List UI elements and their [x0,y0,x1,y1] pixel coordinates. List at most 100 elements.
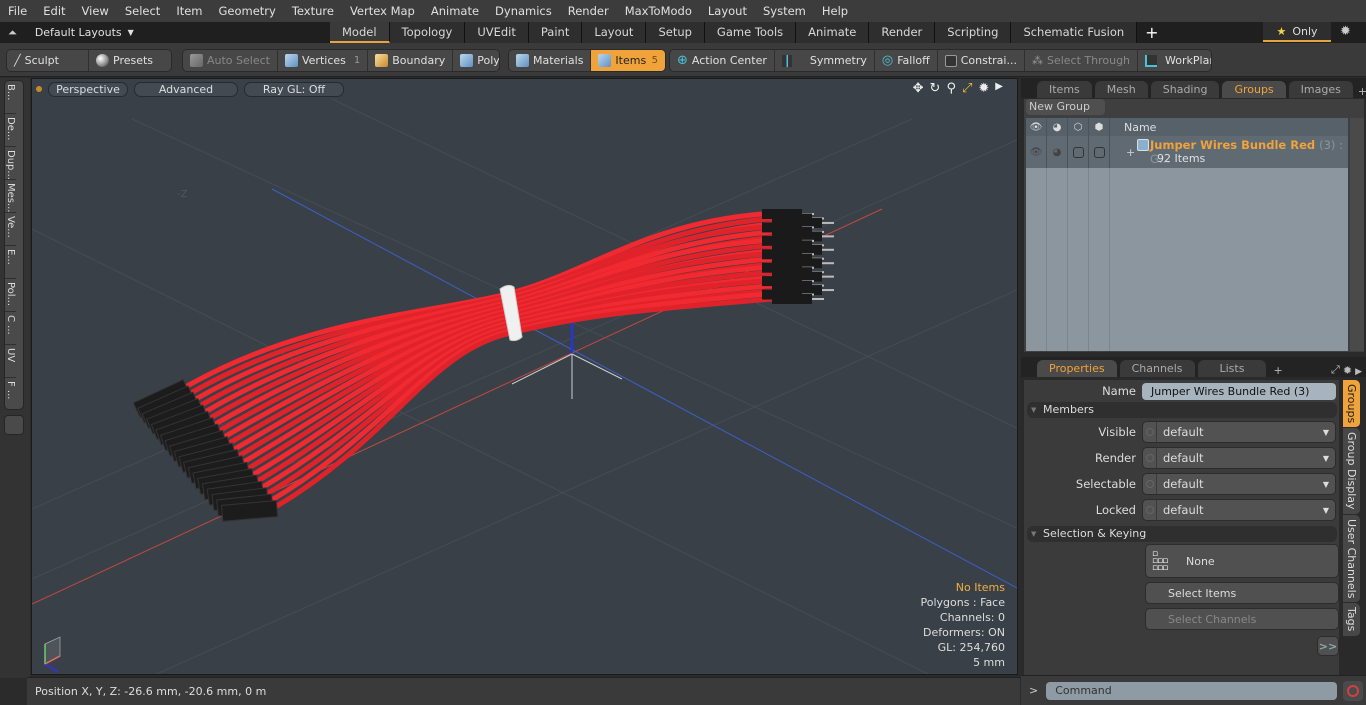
workplane-button[interactable]: WorkPlane [1138,50,1211,71]
tab-topology[interactable]: Topology [389,22,466,43]
tab-mesh[interactable]: Mesh ... [1094,81,1148,113]
members-section-header[interactable]: Members [1027,402,1337,418]
select-through-button[interactable]: ⁂ Select Through [1025,50,1139,71]
expand-plus-icon[interactable]: + [1126,146,1135,159]
collapse-up-icon[interactable]: ⏶ [8,26,17,40]
tab-properties[interactable]: Properties [1037,360,1117,377]
side-tab-tags[interactable]: Tags [1343,603,1360,637]
visibility-column-icon[interactable]: 👁 [1026,118,1047,136]
lock-column-icon[interactable]: ⬢ [1089,118,1110,136]
gear-icon[interactable]: ✹ [1340,24,1351,39]
pan-icon[interactable]: ✥ [913,81,924,96]
selection-keying-section-header[interactable]: Selection & Keying [1027,526,1337,542]
menu-geometry[interactable]: Geometry [211,4,284,18]
tab-paint[interactable]: Paint [528,22,583,43]
constraints-button[interactable]: Constrai... [938,50,1025,71]
left-tab-curve[interactable]: C ... [5,312,16,345]
menu-texture[interactable]: Texture [284,4,342,18]
menu-file[interactable]: File [0,4,35,18]
rotate-icon[interactable]: ↻ [930,81,941,96]
more-button[interactable]: >> [1317,636,1339,656]
tab-images[interactable]: Images [1288,81,1353,98]
menu-view[interactable]: View [74,4,117,18]
select-channels-button[interactable]: Select Channels [1145,608,1339,630]
left-tab-edge[interactable]: E... [5,246,16,279]
tab-game-tools[interactable]: Game Tools [704,22,797,43]
render-column-icon[interactable]: ◕ [1047,118,1068,136]
items-button[interactable]: Items 5 [591,50,665,71]
view-mode-button[interactable]: Perspective [48,81,128,97]
group-name-input[interactable]: Jumper Wires Bundle Red (3) [1142,382,1336,400]
menu-dynamics[interactable]: Dynamics [487,4,560,18]
vertices-button[interactable]: Vertices 1 [278,50,369,71]
properties-arrow-icon[interactable]: ▶ [1355,367,1366,377]
menu-item[interactable]: Item [168,4,210,18]
selectable-dropdown[interactable]: default ▼ [1142,473,1336,495]
materials-button[interactable]: Materials [509,50,592,71]
menu-layout[interactable]: Layout [700,4,755,18]
name-column-header[interactable]: Name [1110,121,1156,134]
group-row[interactable]: 👁 ◕ + Jumper Wires Bundle Red (3) : G...… [1026,136,1348,168]
add-panel-tab-button[interactable]: + [1356,85,1366,98]
groups-scrollbar[interactable] [1350,118,1364,351]
menu-vertex-map[interactable]: Vertex Map [342,4,423,18]
tab-shading[interactable]: Shading [1150,81,1220,98]
visible-dropdown[interactable]: default ▼ [1142,421,1336,443]
boundary-button[interactable]: Boundary [368,50,454,71]
viewport-expand-arrow-icon[interactable]: ▶ [995,81,1003,96]
none-selection-button[interactable]: ▫ ▫▫▫ ▫▫▫ None [1145,544,1339,578]
expand-properties-icon[interactable]: ⤢ [1331,363,1340,377]
row-render-icon[interactable]: ◕ [1047,136,1068,168]
action-center-button[interactable]: ⊕ Action Center [670,50,775,71]
select-column-icon[interactable]: ⬡ [1068,118,1089,136]
menu-animate[interactable]: Animate [423,4,487,18]
left-tab-mesh-edit[interactable]: Mes... [5,180,16,213]
left-tab-deform[interactable]: De... [5,114,16,147]
select-items-button[interactable]: Select Items [1145,582,1339,604]
left-tab-polygon[interactable]: Pol... [5,279,16,312]
side-tab-group-display[interactable]: Group Display [1343,428,1360,515]
menu-select[interactable]: Select [117,4,168,18]
side-tab-groups[interactable]: Groups [1343,380,1360,429]
row-visibility-icon[interactable]: 👁 [1026,136,1047,168]
add-properties-tab-button[interactable]: + [1269,364,1286,377]
row-lock-checkbox[interactable] [1089,136,1110,168]
left-tab-uv[interactable]: UV [5,345,16,378]
menu-system[interactable]: System [755,4,814,18]
left-tab-vertex[interactable]: Ve... [5,213,16,246]
menu-render[interactable]: Render [560,4,617,18]
tab-setup[interactable]: Setup [646,22,705,43]
new-group-button[interactable]: New Group [1026,99,1105,115]
tab-items[interactable]: Items [1037,81,1092,98]
tab-animate[interactable]: Animate [796,22,870,43]
tab-groups[interactable]: Groups [1222,81,1286,98]
menu-help[interactable]: Help [814,4,856,18]
render-dropdown[interactable]: default ▼ [1142,447,1336,469]
viewport-indicator-icon[interactable] [36,86,42,92]
tab-render[interactable]: Render [869,22,936,43]
tab-schematic-fusion[interactable]: Schematic Fusion [1011,22,1138,43]
polygons-button[interactable]: Polygons [453,50,499,71]
falloff-button[interactable]: ◎ Falloff [875,50,938,71]
properties-gear-icon[interactable]: ✹ [1343,364,1352,377]
tab-channels[interactable]: Channels [1119,360,1195,377]
row-select-checkbox[interactable] [1068,136,1089,168]
presets-button[interactable]: Presets [89,50,160,71]
left-extra-button[interactable] [4,415,24,435]
maximize-icon[interactable]: ⤢ [962,81,972,96]
tab-layout[interactable]: Layout [582,22,647,43]
only-toggle[interactable]: ★ Only [1263,22,1331,42]
left-tab-duplicate[interactable]: Dup... [5,147,16,180]
menu-edit[interactable]: Edit [35,4,73,18]
left-tab-fusion[interactable]: F ... [5,378,16,411]
raygl-button[interactable]: Ray GL: Off [244,81,344,97]
tab-uvedit[interactable]: UVEdit [465,22,529,43]
command-input[interactable]: Command [1046,681,1338,700]
zoom-icon[interactable]: ⚲ [946,81,956,96]
tab-lists[interactable]: Lists [1197,360,1267,377]
side-tab-user-channels[interactable]: User Channels [1343,514,1360,604]
sculpt-button[interactable]: ╱ Sculpt [7,50,89,71]
record-macro-button[interactable] [1343,680,1364,701]
shading-mode-button[interactable]: Advanced [134,81,238,97]
left-tab-basic[interactable]: B... [5,81,16,114]
